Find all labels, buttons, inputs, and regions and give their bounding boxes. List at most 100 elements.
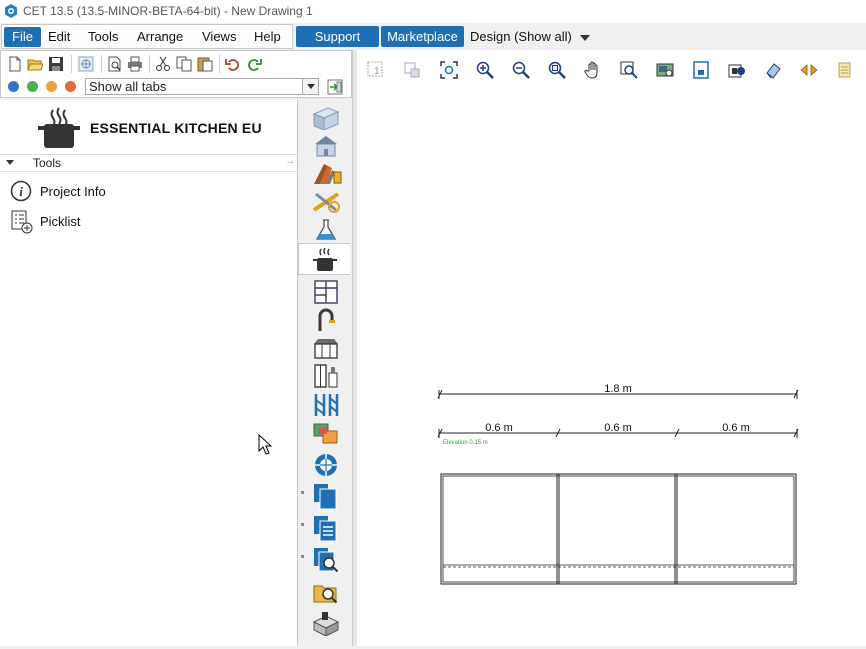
side-tab[interactable] <box>300 389 348 417</box>
side-tab[interactable] <box>300 103 348 131</box>
documents-icon <box>314 484 337 510</box>
orange-arrow-icon[interactable] <box>46 81 57 92</box>
tab-marker <box>301 555 304 558</box>
eraser-icon[interactable] <box>764 61 782 79</box>
building-walls-icon <box>312 107 340 130</box>
scaffold-icon <box>314 394 339 416</box>
chevron-down-icon[interactable] <box>580 35 590 41</box>
side-tab[interactable] <box>300 543 348 573</box>
side-tab[interactable] <box>300 577 348 605</box>
tab-marker <box>301 491 304 494</box>
save-icon[interactable] <box>48 56 64 72</box>
zoom-in-icon[interactable] <box>476 61 494 79</box>
blue-arrow-icon[interactable] <box>8 81 19 92</box>
segment-dimension-label: 0.6 m <box>722 422 750 434</box>
info-icon: i <box>10 180 32 202</box>
side-tab[interactable] <box>300 159 348 187</box>
title-bar: CET 13.5 (13.5-MINOR-BETA-64-bit) - New … <box>0 0 866 23</box>
measure-tools-icon <box>312 192 340 213</box>
side-tab[interactable] <box>300 187 348 215</box>
kitchen-pot-icon <box>313 247 337 271</box>
side-tab[interactable] <box>300 361 348 389</box>
menu-file[interactable]: File <box>4 27 41 47</box>
menu-views[interactable]: Views <box>202 29 236 44</box>
redo-icon[interactable] <box>246 56 262 72</box>
zoom-extents-icon[interactable] <box>440 61 458 79</box>
green-arrow-icon[interactable] <box>27 81 38 92</box>
appliances-icon <box>314 364 338 388</box>
svg-text:1: 1 <box>374 66 380 77</box>
design-selector[interactable]: Design (Show all) <box>470 29 572 44</box>
side-tab[interactable] <box>300 215 348 243</box>
tool-project-info[interactable]: i Project Info <box>10 180 210 204</box>
open-folder-icon[interactable] <box>27 56 43 72</box>
menu-tools[interactable]: Tools <box>88 29 118 44</box>
zoom-1-icon[interactable]: 1 <box>367 61 385 79</box>
side-tab[interactable] <box>300 607 348 636</box>
side-tab[interactable] <box>300 305 348 333</box>
support-button[interactable]: Support <box>296 26 379 47</box>
side-tab[interactable] <box>300 333 348 361</box>
zoom-preview-icon[interactable] <box>620 61 638 79</box>
svg-text:i: i <box>19 184 23 199</box>
notes-icon[interactable] <box>836 61 854 79</box>
pin-arrow-icon[interactable]: → <box>285 156 295 167</box>
panel-header: ESSENTIAL KITCHEN EU <box>0 100 297 155</box>
tab-filter-select[interactable]: Show all tabs <box>85 78 319 95</box>
cut-icon[interactable] <box>155 56 171 72</box>
tools-section-header[interactable]: Tools → <box>0 155 297 172</box>
tool-picklist[interactable]: Picklist <box>10 210 210 234</box>
print-preview-icon[interactable] <box>107 56 123 72</box>
red-arrow-icon[interactable] <box>65 81 76 92</box>
toolbar-separator <box>71 55 72 73</box>
layers-icon[interactable] <box>728 61 746 79</box>
faucet-icon <box>318 308 335 331</box>
zoom-out-icon[interactable] <box>512 61 530 79</box>
folder-search-icon <box>313 585 338 604</box>
elevation-label: Elevation 0.15 m <box>443 440 488 446</box>
toolbar-separator <box>219 55 220 73</box>
cabinet-elevation[interactable] <box>440 473 797 585</box>
mouse-cursor-icon <box>258 434 272 455</box>
print-icon[interactable] <box>127 56 143 72</box>
toolbar-separator <box>101 55 102 73</box>
tool-label: Picklist <box>40 214 81 229</box>
marketplace-button[interactable]: Marketplace <box>381 26 464 47</box>
side-tab[interactable] <box>300 449 348 477</box>
globe-catalog-icon <box>315 454 337 476</box>
main-toolbar: Show all tabs <box>0 50 352 98</box>
paste-icon[interactable] <box>197 56 213 72</box>
zoom-select-icon[interactable] <box>403 61 421 79</box>
cet-app-icon <box>5 4 17 18</box>
drawing-canvas[interactable]: 1.8 m 0.6 m 0.6 m 0.6 m Elevation 0.15 m <box>357 86 866 646</box>
side-tab[interactable] <box>300 479 348 510</box>
chevron-down-icon[interactable] <box>6 160 14 165</box>
segment-dimension-label: 0.6 m <box>485 422 513 434</box>
frame-view-icon[interactable] <box>692 61 710 79</box>
menu-edit[interactable]: Edit <box>48 29 70 44</box>
copy-icon[interactable] <box>176 56 192 72</box>
toolbar-separator <box>149 55 150 73</box>
total-dimension-label: 1.8 m <box>604 383 632 395</box>
render-icon[interactable] <box>78 56 94 72</box>
chevron-down-icon[interactable] <box>302 79 318 94</box>
side-tab[interactable] <box>300 131 348 159</box>
drawing-svg: 1.8 m 0.6 m 0.6 m 0.6 m Elevation 0.15 m <box>437 383 799 585</box>
menu-help[interactable]: Help <box>254 29 281 44</box>
pan-hand-icon[interactable] <box>584 61 602 79</box>
kitchen-front-icon <box>314 339 338 359</box>
menu-group: File Edit Tools Arrange Views Help <box>1 24 293 49</box>
zoom-window-icon[interactable] <box>548 61 566 79</box>
navigate-arrows-icon[interactable] <box>800 61 818 79</box>
side-tab[interactable] <box>300 277 348 305</box>
undo-icon[interactable] <box>225 56 241 72</box>
side-tab-active[interactable] <box>298 243 350 275</box>
kitchen-panel: ESSENTIAL KITCHEN EU Tools → i Project I… <box>0 100 298 646</box>
side-tab[interactable] <box>300 511 348 542</box>
menu-arrange[interactable]: Arrange <box>137 29 183 44</box>
side-tab[interactable] <box>300 419 348 447</box>
tab-marker <box>301 523 304 526</box>
add-tab-icon[interactable] <box>327 79 343 95</box>
new-document-icon[interactable] <box>7 56 23 72</box>
camera-view-icon[interactable] <box>656 61 674 79</box>
